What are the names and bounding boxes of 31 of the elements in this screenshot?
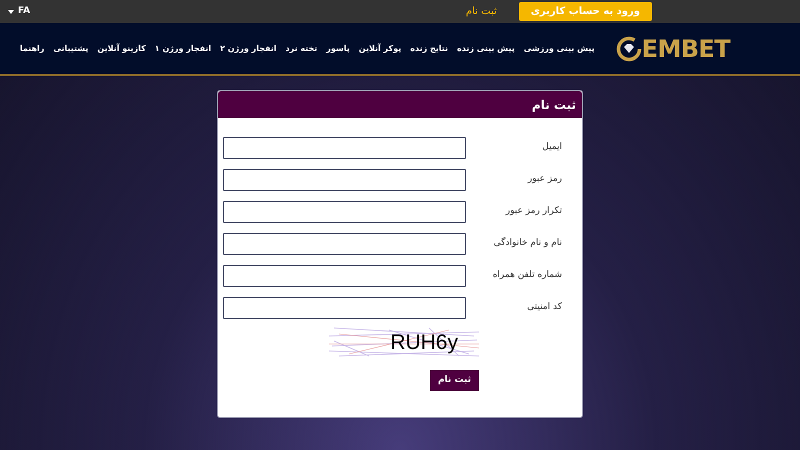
nav-link[interactable]: تخته نرد bbox=[285, 42, 318, 54]
nav-link[interactable]: انفجار ورژن ۲ bbox=[220, 42, 276, 54]
field-label: شماره تلفن همراه bbox=[492, 269, 562, 282]
input-field[interactable] bbox=[223, 201, 466, 223]
nav-link[interactable]: نتایج زنده bbox=[410, 42, 448, 54]
nav-link[interactable]: پیش بینی ورزشی bbox=[524, 42, 595, 54]
nav-link[interactable]: کازینو آنلاین bbox=[97, 42, 146, 54]
field-label: رمز عبور bbox=[526, 173, 562, 186]
card-title: ثبت نام bbox=[532, 96, 576, 114]
input-field[interactable] bbox=[223, 169, 466, 191]
nav-link[interactable]: پاسور bbox=[326, 42, 350, 54]
nav-link[interactable]: پشتیبانی bbox=[53, 42, 88, 54]
input-field[interactable] bbox=[223, 297, 466, 319]
submit-button[interactable]: ثبت نام bbox=[430, 370, 479, 391]
caret-icon bbox=[8, 10, 14, 14]
captcha-text: RUH6y bbox=[390, 330, 458, 356]
input-field[interactable] bbox=[223, 233, 466, 255]
register-link[interactable]: ثبت نام bbox=[466, 4, 497, 19]
logo-icon bbox=[616, 36, 642, 62]
logo-text: EMBET bbox=[642, 36, 730, 60]
nav-link[interactable]: پوکر آنلاین bbox=[358, 42, 402, 54]
nav-link[interactable]: انفجار ورژن ۱ bbox=[154, 42, 212, 54]
nav-link[interactable]: راهنما bbox=[20, 42, 44, 54]
field-label: ایمیل bbox=[541, 141, 562, 154]
input-field[interactable] bbox=[223, 265, 466, 287]
input-field[interactable] bbox=[223, 137, 466, 159]
nav-link[interactable]: پیش بینی زنده bbox=[457, 42, 515, 54]
field-label: کد امنیتی bbox=[526, 301, 562, 314]
field-label: نام و نام خانوادگی bbox=[492, 237, 562, 250]
language-selector[interactable]: FA bbox=[8, 4, 30, 18]
field-label: تکرار رمز عبور bbox=[504, 205, 562, 218]
